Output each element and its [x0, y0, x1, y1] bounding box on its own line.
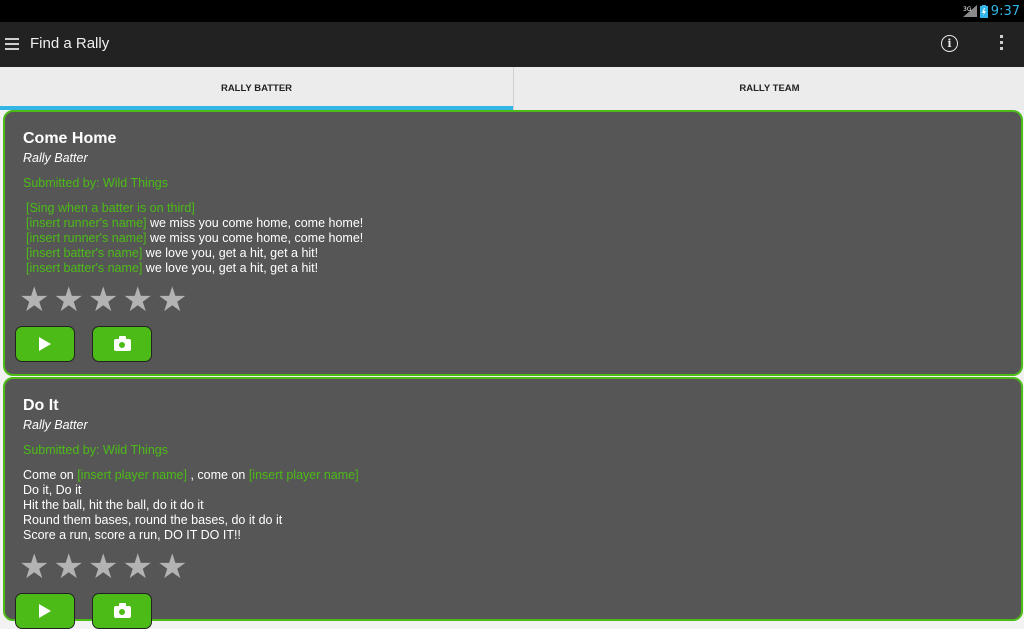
lyric-text: we miss you come home, come home! [146, 216, 364, 230]
status-bar: 3G 9:37 [0, 0, 1024, 22]
rally-card: Do It Rally Batter Submitted by: Wild Th… [3, 377, 1023, 629]
tab-rally-batter[interactable]: RALLY BATTER [0, 67, 513, 110]
camera-button[interactable] [92, 326, 152, 362]
rally-title: Do It [23, 397, 59, 414]
lyric-line: [insert runner's name] we miss you come … [26, 231, 363, 246]
placeholder: [insert player name] [77, 468, 187, 482]
star-icon[interactable]: ★ [53, 550, 83, 584]
star-icon[interactable]: ★ [53, 283, 83, 317]
play-button[interactable] [15, 326, 75, 362]
placeholder: [insert batter's name] [26, 246, 143, 260]
signal-icon: 3G [962, 5, 977, 17]
lyric-line: Come on [insert player name] , come on [… [23, 468, 359, 483]
page-title: Find a Rally [30, 35, 110, 52]
star-icon[interactable]: ★ [19, 283, 49, 317]
rally-type: Rally Batter [23, 418, 88, 432]
overflow-menu-icon[interactable] [999, 35, 1005, 53]
camera-button[interactable] [92, 593, 152, 629]
rally-type: Rally Batter [23, 151, 88, 165]
lyric-line: Score a run, score a run, DO IT DO IT!! [23, 528, 241, 542]
placeholder: [Sing when a batter is on third] [26, 201, 195, 215]
svg-text:3G: 3G [963, 6, 972, 13]
menu-icon[interactable] [5, 38, 19, 50]
lyric-line: [insert runner's name] we miss you come … [26, 216, 363, 231]
lyric-line: Round them bases, round the bases, do it… [23, 513, 283, 527]
lyrics: [Sing when a batter is on third] [insert… [26, 201, 363, 276]
clock: 9:37 [990, 3, 1020, 19]
star-icon[interactable]: ★ [88, 550, 118, 584]
placeholder: [insert batter's name] [26, 261, 143, 275]
placeholder: [insert runner's name] [26, 231, 147, 245]
tab-bar: RALLY BATTER RALLY TEAM [0, 67, 1024, 110]
info-icon[interactable]: i [941, 35, 958, 52]
rating-stars: ★ ★ ★ ★ ★ [19, 283, 187, 317]
lyric-line: Do it, Do it [23, 483, 82, 497]
star-icon[interactable]: ★ [122, 550, 152, 584]
lyrics: Come on [insert player name] , come on [… [23, 468, 359, 543]
play-icon [39, 337, 51, 351]
submitted-by: Submitted by: Wild Things [23, 443, 168, 457]
submitted-by: Submitted by: Wild Things [23, 176, 168, 190]
play-button[interactable] [15, 593, 75, 629]
tab-rally-team[interactable]: RALLY TEAM [513, 67, 1024, 110]
rally-title: Come Home [23, 130, 117, 147]
lyric-line: [insert batter's name] we love you, get … [26, 246, 363, 261]
star-icon[interactable]: ★ [88, 283, 118, 317]
lyric-line: [insert batter's name] we love you, get … [26, 261, 363, 276]
rating-stars: ★ ★ ★ ★ ★ [19, 550, 187, 584]
star-icon[interactable]: ★ [19, 550, 49, 584]
placeholder: [insert runner's name] [26, 216, 147, 230]
lyric-line: [Sing when a batter is on third] [26, 201, 363, 216]
play-icon [39, 604, 51, 618]
lyric-text: Come on [23, 468, 78, 482]
star-icon[interactable]: ★ [157, 283, 187, 317]
lyric-line: Hit the ball, hit the ball, do it do it [23, 498, 204, 512]
lyric-text: we love you, get a hit, get a hit! [142, 261, 319, 275]
star-icon[interactable]: ★ [157, 550, 187, 584]
star-icon[interactable]: ★ [122, 283, 152, 317]
lyric-text: we miss you come home, come home! [146, 231, 364, 245]
battery-icon [979, 4, 988, 18]
action-bar: Find a Rally i [0, 22, 1024, 68]
lyric-text: we love you, get a hit, get a hit! [142, 246, 319, 260]
placeholder: [insert player name] [248, 468, 359, 482]
lyric-text: , come on [186, 468, 249, 482]
rally-card: Come Home Rally Batter Submitted by: Wil… [3, 110, 1023, 376]
